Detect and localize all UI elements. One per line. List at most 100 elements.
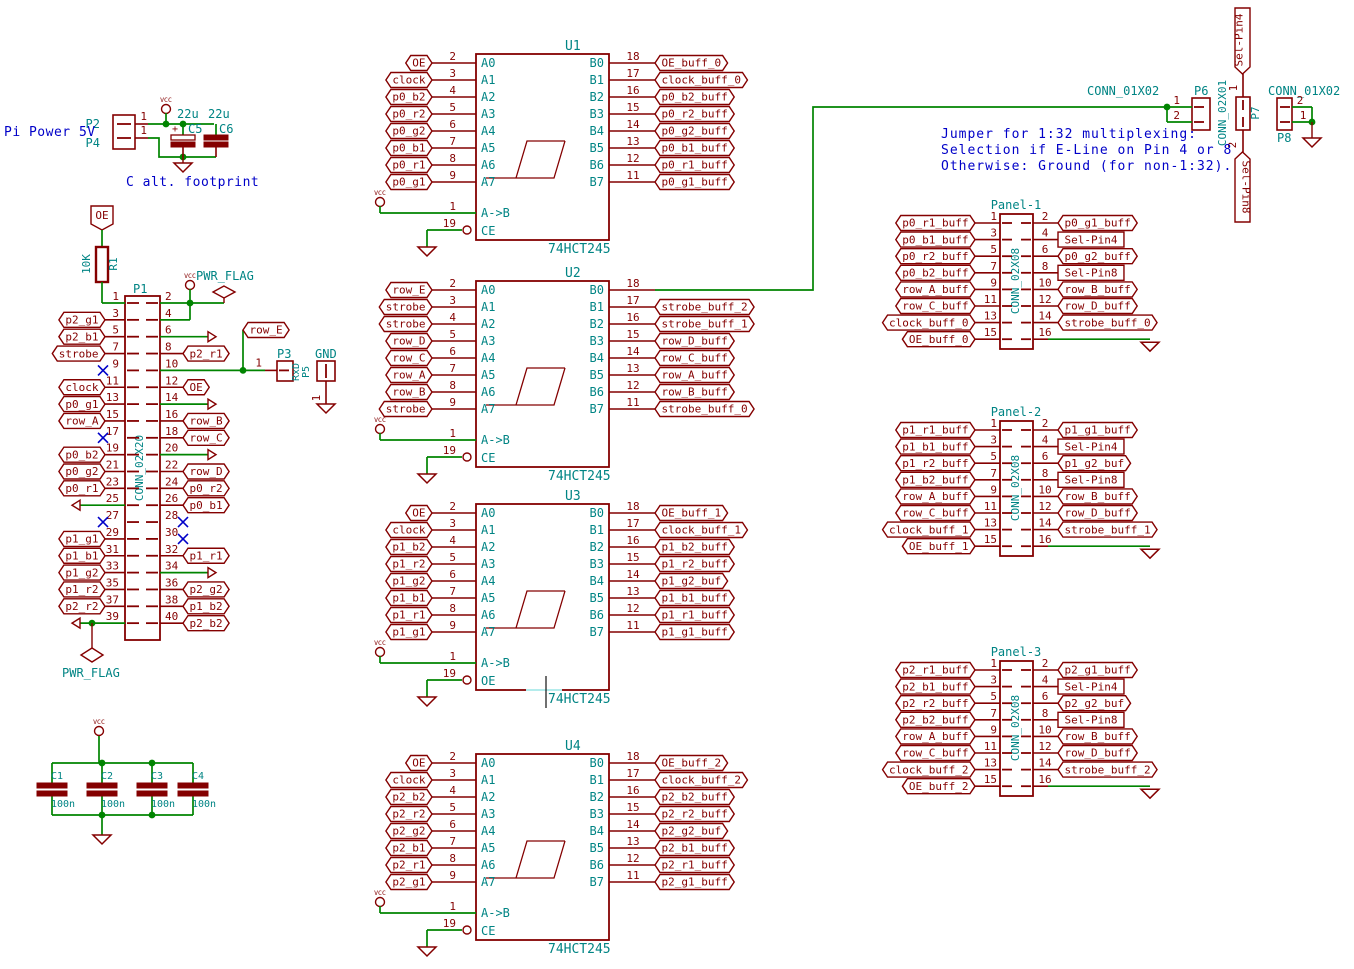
net-label-text: p0_r1_buff <box>661 159 727 172</box>
pin-number: 23 <box>106 475 119 488</box>
pin-number: 12 <box>1038 293 1051 306</box>
pin-number: 1 <box>449 650 456 663</box>
pin-name: A1 <box>481 773 495 787</box>
pin-name: B2 <box>590 540 604 554</box>
pin-number: 1 <box>990 210 997 223</box>
pin-name: B1 <box>590 300 604 314</box>
pin-name: A0 <box>481 56 495 70</box>
net-label-text: OE <box>412 757 425 770</box>
pin-number: 2 <box>1042 210 1049 223</box>
net-label-text: Sel-Pin4 <box>1064 233 1117 246</box>
pin-name: B3 <box>590 557 604 571</box>
net-label-text: row_A <box>65 415 98 428</box>
net-label-text: OE_buff_2 <box>661 757 721 770</box>
pin-number: 6 <box>1042 690 1049 703</box>
pin-number: 6 <box>165 324 172 337</box>
net-label-text: clock_buff_1 <box>661 524 740 537</box>
vcc-icon <box>376 198 385 207</box>
value-u1: 74HCT245 <box>548 242 611 257</box>
net-label-text: p1_r2 <box>392 558 425 571</box>
net-label-text: row_D <box>189 465 222 478</box>
arrow-label-icon[interactable] <box>208 399 216 409</box>
pin-number: 6 <box>1042 243 1049 256</box>
pin-number: 13 <box>626 135 639 148</box>
vcc-icon <box>376 648 385 657</box>
pin-name: B4 <box>590 351 604 365</box>
ref-c3: C3 <box>151 771 163 782</box>
pin-number: 8 <box>165 341 172 354</box>
net-label-text: p1_r2_buff <box>902 457 968 470</box>
capacitor-c6[interactable] <box>204 142 228 147</box>
capacitor-c1[interactable] <box>37 791 67 796</box>
connector-p6[interactable] <box>1192 98 1210 130</box>
capacitor-c5[interactable] <box>171 142 195 147</box>
pin-name: B0 <box>590 506 604 520</box>
pin-number: 16 <box>165 408 178 421</box>
net-label-text: row_D_buff <box>1064 747 1130 760</box>
capacitor-c2[interactable] <box>87 783 117 788</box>
pin-number: 6 <box>449 118 456 131</box>
pin-number: 32 <box>165 543 178 556</box>
net-label-text: p0_g1 <box>65 398 98 411</box>
net-label-text: p2_g1 <box>392 876 425 889</box>
pin-number: 9 <box>990 723 997 736</box>
connector-p8[interactable] <box>1277 98 1292 130</box>
pin-name: A4 <box>481 824 495 838</box>
arrow-label-icon[interactable] <box>72 618 80 628</box>
net-label-text: p0_g2_buff <box>1064 250 1130 263</box>
pin-name: B5 <box>590 841 604 855</box>
pin-name: B5 <box>590 591 604 605</box>
capacitor-c1[interactable] <box>37 783 67 788</box>
arrow-label-icon[interactable] <box>72 500 80 510</box>
pin-number: 21 <box>106 459 119 472</box>
pin-name: A2 <box>481 317 495 331</box>
capacitor-c3[interactable] <box>137 791 167 796</box>
pin-number: 11 <box>984 293 997 306</box>
pin-name: A5 <box>481 141 495 155</box>
pin-number: 16 <box>626 534 639 547</box>
net-label-text: OE_buff_1 <box>661 507 721 520</box>
pin-number: 9 <box>990 276 997 289</box>
capacitor-c3[interactable] <box>137 783 167 788</box>
buffer-glyph <box>516 841 565 878</box>
pin-number: 7 <box>112 341 119 354</box>
net-label-text: p2_b2_buff <box>661 791 727 804</box>
capacitor-c2[interactable] <box>87 791 117 796</box>
pin-number: 15 <box>106 408 119 421</box>
pin-number: 16 <box>626 84 639 97</box>
net-label-text: p1_r2 <box>65 583 98 596</box>
connector-p2p4[interactable] <box>113 115 135 149</box>
capacitor-c4[interactable] <box>178 791 208 796</box>
pin-number: 1 <box>1173 94 1180 107</box>
pin-number: 5 <box>449 328 456 341</box>
pin-number: 5 <box>990 243 997 256</box>
net-label-text: p0_b2 <box>65 448 98 461</box>
pin-number: 19 <box>443 217 456 230</box>
pin-number: 7 <box>990 707 997 720</box>
ground-icon <box>418 697 436 706</box>
net-label-text: p0_b2_buff <box>902 267 968 280</box>
net-label-text: row_B <box>189 415 222 428</box>
pin-number: 8 <box>1042 467 1049 480</box>
pin-name: A2 <box>481 540 495 554</box>
arrow-label-icon[interactable] <box>208 450 216 460</box>
pin-number: 17 <box>626 517 639 530</box>
ref-c6: C6 <box>219 122 233 136</box>
pin-name: A5 <box>481 591 495 605</box>
arrow-label-icon[interactable] <box>208 332 216 342</box>
arrow-label-icon[interactable] <box>208 568 216 578</box>
net-label-text: clock_buff_2 <box>661 774 740 787</box>
pin-name: B4 <box>590 574 604 588</box>
note-jumper-line-1: Selection if E-Line on Pin 4 or 8 <box>941 143 1232 159</box>
pin-number: 4 <box>449 84 456 97</box>
pin-number: 11 <box>626 869 639 882</box>
ground-icon <box>1141 549 1159 558</box>
capacitor-c4[interactable] <box>178 783 208 788</box>
pwr-flag-icon[interactable] <box>213 286 235 298</box>
pin-number: 1 <box>1300 109 1307 122</box>
value-u2: 74HCT245 <box>548 469 611 484</box>
net-label-text: p1_b2_buff <box>902 474 968 487</box>
pin-number: 12 <box>165 374 178 387</box>
vcc-icon <box>376 898 385 907</box>
pwr-flag-icon[interactable] <box>81 648 103 662</box>
